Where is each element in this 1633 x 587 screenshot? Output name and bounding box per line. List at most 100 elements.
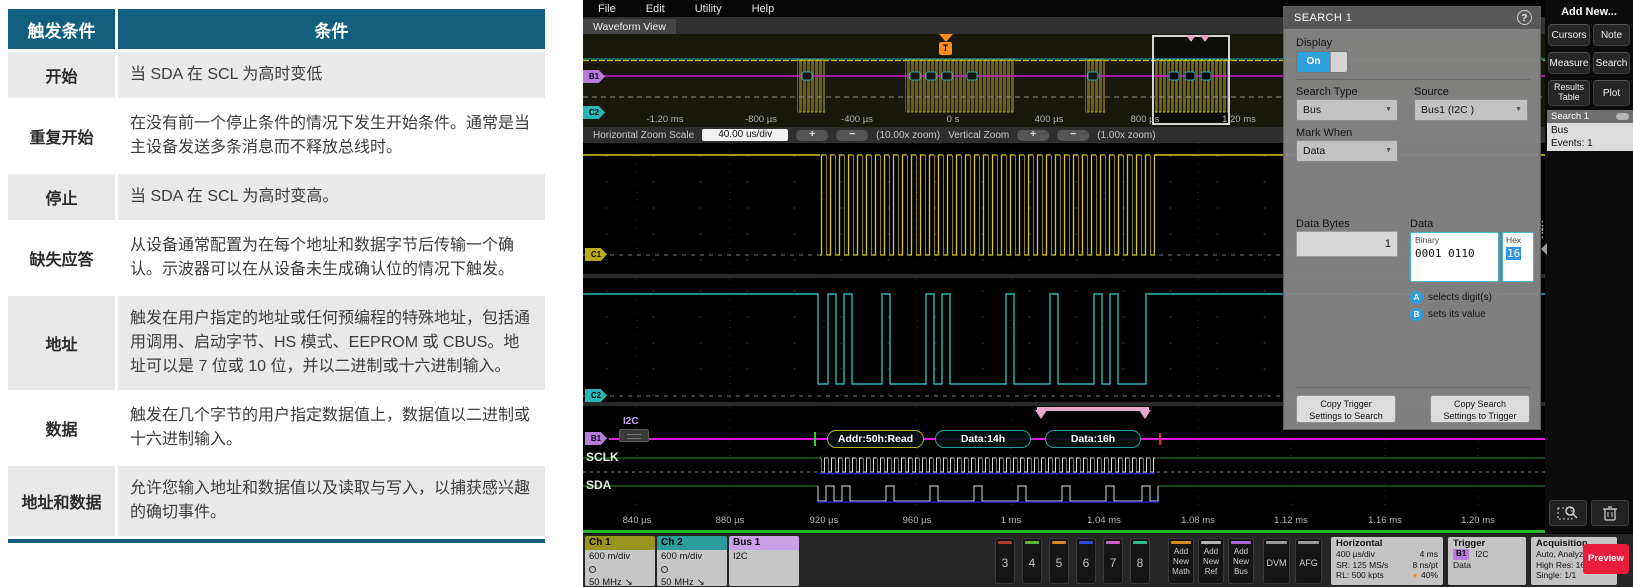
search-panel-title-bar[interactable]: SEARCH 1 ? [1284,7,1540,29]
bus1-status-badge[interactable]: Bus 1 I2C [729,536,799,586]
table-row: 重复开始 在没有前一个停止条件的情况下发生开始条件。通常是当主设备发送多条消息而… [8,101,545,171]
add-plot-button[interactable]: Plot [1593,80,1630,106]
zoom-timeline: 840 µs 880 µs 920 µs 960 µs 1 ms 1.04 ms… [583,511,1545,533]
table-row: 数据 触发在几个字节的用户指定数据值上，数据值以二进制或十六进制输入。 [8,393,545,463]
add-search-button[interactable]: Search [1593,52,1630,74]
ch6-button[interactable]: 6 [1076,538,1096,584]
toggle-on-label: On [1297,52,1330,72]
ch2-status-badge[interactable]: Ch 2 600 m/div 50 MHz↘ [657,536,727,586]
ch8-button[interactable]: 8 [1130,538,1150,584]
overview-time-label: -800 µs [745,114,777,125]
chevron-down-icon: ▼ [1515,100,1522,120]
ch7-button[interactable]: 7 [1103,538,1123,584]
copy-trigger-to-search-button[interactable]: Copy Trigger Settings to Search [1296,395,1396,423]
horizontal-zoom-scale-value[interactable]: 40.00 us/div [702,129,788,141]
decode-box-data1: Data:14h [935,430,1031,448]
oscilloscope-app: File Edit Utility Help Waveform View [583,0,1633,587]
horizontal-zoom-scale-label: Horizontal Zoom Scale [593,130,694,141]
hex-caption: Hex [1506,235,1530,245]
chevron-down-icon: ▼ [1385,141,1392,161]
ch5-color-stripe [1052,541,1066,544]
ch5-button[interactable]: 5 [1049,538,1069,584]
v-zoom-out-button[interactable]: − [1057,130,1089,141]
add-results-table-button[interactable]: Results Table [1548,80,1590,106]
binary-caption: Binary [1415,235,1494,245]
delete-button[interactable] [1591,500,1629,526]
divider [1296,387,1530,388]
data-bytes-field[interactable]: 1 [1296,231,1398,257]
v-zoom-factor: (1.00x zoom) [1097,130,1155,141]
ref-color-stripe [1201,541,1221,544]
data-value-box: Binary 0001 0110 Hex 16 [1410,232,1534,282]
dvm-button[interactable]: DVM [1263,538,1290,584]
source-dropdown[interactable]: Bus1 (I2C ) ▼ [1414,99,1528,121]
add-cursors-button[interactable]: Cursors [1548,24,1590,46]
scope-main-area: File Edit Utility Help Waveform View [583,0,1545,533]
search-mark-icon [1200,35,1210,42]
preview-button[interactable]: Preview [1583,544,1629,574]
decode-box-address: Addr:50h:Read [827,430,924,448]
bus-color-stripe [1231,541,1251,544]
search1-result-header[interactable]: Search 1 [1547,110,1633,123]
add-new-bus-button[interactable]: Add New Bus [1228,538,1254,584]
display-toggle[interactable]: On [1296,51,1348,73]
bracket-left-icon [1035,410,1047,419]
zoom-mode-button[interactable] [1549,500,1587,526]
trigger-position-marker[interactable]: T [935,34,957,58]
table-header-row: 触发条件 条件 [8,9,545,49]
add-new-ref-button[interactable]: Add New Ref [1198,538,1224,584]
trigger-settings-panel[interactable]: Trigger B1I2C Data [1448,537,1526,585]
overview-time-label: 0 s [947,114,960,125]
trash-icon [1603,505,1617,521]
ch3-color-stripe [998,541,1012,544]
menu-utility[interactable]: Utility [680,3,737,15]
panel-drag-grip[interactable]: ⋮⋮ [1536,222,1549,236]
afg-stripe [1298,541,1319,544]
search-config-panel: SEARCH 1 ? Display On Search Type Bus ▼ … [1283,6,1541,430]
search1-result-badge[interactable]: Bus Events: 1 [1547,123,1633,151]
h-zoom-out-button[interactable]: − [836,130,868,141]
v-zoom-in-button[interactable]: + [1017,130,1049,141]
search-type-dropdown[interactable]: Bus ▼ [1296,99,1398,121]
ch4-button[interactable]: 4 [1022,538,1042,584]
knob-b-hint: B sets its value [1410,308,1486,321]
table-header-trigger: 触发条件 [8,9,115,49]
time-label: 1.04 ms [1087,515,1121,526]
sclk-label: SCLK [586,450,619,464]
hex-field[interactable]: Hex 16 [1502,232,1534,282]
knob-a-icon: A [1410,291,1423,304]
trigger-table-panel: 触发条件 条件 开始 当 SDA 在 SCL 为高时变低 重复开始 在没有前一个… [0,0,583,587]
horizontal-settings-panel[interactable]: Horizontal 400 µs/div4 ms SR: 125 MS/s8 … [1331,537,1443,585]
collapse-pill-icon[interactable] [1616,113,1629,120]
mark-when-dropdown[interactable]: Data ▼ [1296,140,1398,162]
trigger-pos-icon: ▼ [1412,573,1419,580]
menu-edit[interactable]: Edit [631,3,680,15]
add-measure-button[interactable]: Measure [1548,52,1590,74]
overview-time-label: 800 µs [1131,114,1160,125]
add-new-math-button[interactable]: Add New Math [1168,538,1194,584]
overview-time-label: -1.20 ms [647,114,684,125]
bracket-right-icon [1139,410,1151,419]
copy-search-to-trigger-button[interactable]: Copy Search Settings to Trigger [1430,395,1530,423]
binary-field[interactable]: Binary 0001 0110 [1410,232,1499,282]
overview-zoom-window[interactable] [1152,35,1230,125]
divider [1296,79,1530,80]
search-panel-title: SEARCH 1 [1294,12,1352,24]
help-icon[interactable]: ? [1517,10,1532,25]
mark-when-label: Mark When [1296,127,1352,139]
afg-button[interactable]: AFG [1295,538,1322,584]
ch3-button[interactable]: 3 [995,538,1015,584]
h-zoom-in-button[interactable]: + [796,130,828,141]
add-note-button[interactable]: Note [1593,24,1630,46]
bus-handle[interactable] [619,429,649,442]
data-label: Data [1410,218,1433,230]
menu-help[interactable]: Help [737,3,790,15]
search-mark-icon [1186,35,1196,42]
probe-icon [661,566,668,573]
ch2-bandwidth: 50 MHz [661,577,694,586]
decode-box-data2: Data:16h [1045,430,1141,448]
page: 触发条件 条件 开始 当 SDA 在 SCL 为高时变低 重复开始 在没有前一个… [0,0,1633,587]
table-bottom-border [8,539,545,543]
ch1-status-badge[interactable]: Ch 1 600 m/div 50 MHz↘ [585,536,655,586]
menu-file[interactable]: File [583,3,631,15]
